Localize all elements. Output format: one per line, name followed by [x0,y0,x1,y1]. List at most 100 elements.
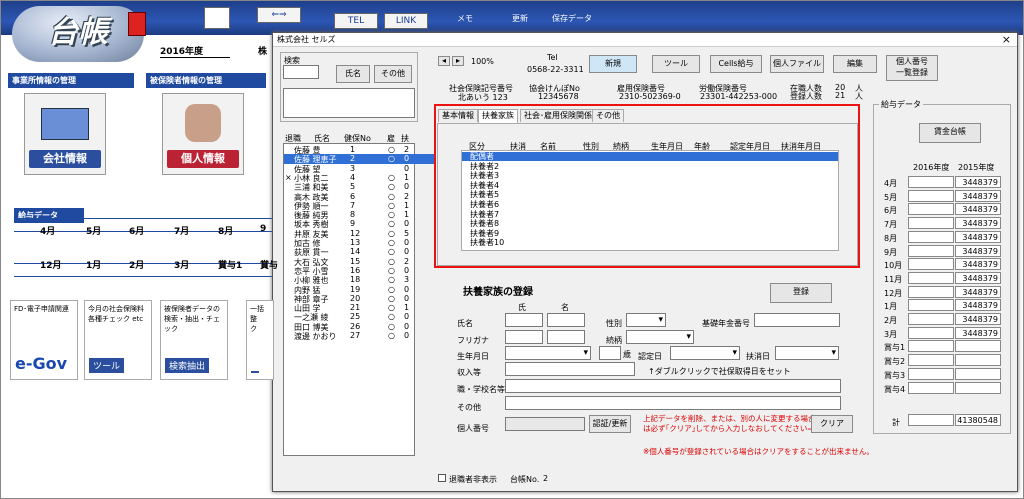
salary-2016[interactable] [908,271,954,284]
salary-2015[interactable]: 3448379 [955,217,1001,230]
salary-2015[interactable] [955,340,1001,353]
salary-2016[interactable] [908,230,954,243]
search-input[interactable] [283,65,319,79]
salary-2016[interactable] [908,367,954,380]
tel-button[interactable]: TEL [334,13,378,29]
cert-date-select[interactable] [670,346,740,360]
kana-mei-input[interactable] [547,330,585,344]
employee-row[interactable]: 後藤 純男 8 ○ 1 [284,210,434,220]
salary-2015[interactable] [955,367,1001,380]
employee-row[interactable]: 恋平 小雪 16 ○ 0 [284,266,434,276]
salary-2015[interactable] [955,381,1001,394]
employee-row[interactable]: 一之瀬 綾 25 ○ 0 [284,312,434,322]
tool-box-2[interactable]: 被保険者データの 検索・抽出・チェック 検索抽出 [160,300,228,380]
salary-2016[interactable] [908,258,954,271]
employee-row[interactable]: 荻原 貫一 14 ○ 0 [284,247,434,257]
salary-2015[interactable] [955,354,1001,367]
other-search-button[interactable]: その他 [374,65,412,83]
update-label[interactable]: 更新 [512,13,528,24]
salary-2015[interactable]: 3448379 [955,271,1001,284]
tool-box-0[interactable]: FD･電子申請関連 e-Gov [10,300,78,380]
mynumber-input[interactable] [505,417,585,431]
salary-2015[interactable]: 3448379 [955,313,1001,325]
arrows-icon[interactable]: ⇐⇒ [257,7,301,23]
employee-row[interactable]: 神部 章子 20 ○ 0 [284,294,434,304]
cert-update-button[interactable]: 認証/更新 [589,415,631,433]
name-search-button[interactable]: 氏名 [336,65,370,83]
new-button[interactable]: 新規 [589,55,637,73]
save-data-label[interactable]: 保存データ [552,13,592,24]
tool-box-3[interactable]: 一括整ク [246,300,274,380]
personal-info-button[interactable]: 個人情報 [162,93,244,175]
employee-row[interactable]: 高木 政美 6 ○ 2 [284,192,434,202]
salary-2015[interactable]: 3448379 [955,285,1001,298]
salary-2015[interactable]: 3448379 [955,326,1001,339]
salary-2015[interactable]: 3448379 [955,203,1001,216]
close-icon[interactable]: × [1002,33,1011,46]
salary-2015[interactable]: 3448379 [955,189,1001,202]
salary-2016[interactable] [908,313,954,325]
birth-select[interactable] [505,346,591,360]
dependent-row[interactable]: 扶養者4 [462,181,838,190]
salary-2015[interactable]: 3448379 [955,258,1001,271]
kana-sei-input[interactable] [505,330,543,344]
sei-input[interactable] [505,313,543,327]
salary-2016[interactable] [908,354,954,367]
retired-hide-checkbox[interactable] [438,474,446,482]
age-input[interactable] [599,346,621,360]
tool-button[interactable]: ツール [652,55,700,73]
salary-2016[interactable] [908,381,954,394]
other-input[interactable] [505,396,841,410]
salary-2016[interactable] [908,244,954,257]
dependent-row[interactable]: 配偶者 [462,152,838,162]
memo-label[interactable]: メモ [457,13,473,24]
search-results[interactable] [283,88,415,118]
personal-file-button[interactable]: 個人ファイル [770,55,824,73]
tab-2[interactable]: 社会･雇用保険関係 [520,109,596,122]
mei-input[interactable] [547,313,585,327]
calendar-icon[interactable] [204,7,230,29]
clear-button[interactable]: クリア [811,415,853,433]
dependent-row[interactable]: 扶養者9 [462,229,838,238]
employee-row[interactable]: 佐藤 望30 [284,164,434,174]
employee-row[interactable]: 坂本 秀樹 9 ○ 0 [284,219,434,229]
employee-row[interactable]: 小柳 雅也 18 ○ 3 [284,275,434,285]
wage-ledger-button[interactable]: 賃金台帳 [919,123,981,143]
dependent-row[interactable]: 扶養者3 [462,171,838,180]
employee-row[interactable]: 大石 弘文 15 ○ 2 [284,257,434,267]
employee-row[interactable]: 山田 学 21 ○ 1 [284,303,434,313]
salary-2016[interactable] [908,299,954,312]
tool-box-1[interactable]: 今月の社会保険料 各種チェック etc ツール [84,300,152,380]
employee-row[interactable]: × 小林 良二 4 ○ 1 [284,173,434,183]
dependent-list[interactable]: 配偶者 扶養者2 扶養者3 扶養者4 扶養者5 扶養者6 扶養者7 扶養者8 扶養者9 扶養者10 [461,150,839,251]
salary-2016[interactable] [908,285,954,298]
sex-select[interactable] [626,313,666,327]
relation-select[interactable] [626,330,694,344]
salary-2015[interactable]: 3448379 [955,176,1001,188]
employee-row[interactable]: 加古 修 13 ○ 0 [284,238,434,248]
dependent-row[interactable]: 扶養者5 [462,190,838,199]
job-input[interactable] [505,379,841,393]
tab-0[interactable]: 基本情報 [438,109,478,122]
dependent-row[interactable]: 扶養者7 [462,210,838,219]
employee-row[interactable]: 井原 友美 12 ○ 5 [284,229,434,239]
dependent-row[interactable]: 扶養者2 [462,162,838,171]
salary-2015[interactable]: 3448379 [955,230,1001,243]
salary-2016[interactable] [908,326,954,339]
dependent-row[interactable]: 扶養者10 [462,238,838,247]
employee-row[interactable]: 渡邊 かおり 27 ○ 0 [284,331,434,341]
salary-2016[interactable] [908,176,954,188]
salary-2015[interactable]: 3448379 [955,244,1001,257]
employee-row[interactable]: 三浦 和美 5 ○ 0 [284,182,434,192]
employee-row[interactable]: 佐藤 豊 1 ○ 2 [284,145,434,155]
dependent-row[interactable]: 扶養者8 [462,219,838,228]
employee-row[interactable]: 佐藤 理恵子 2 ○ 0 [284,154,434,164]
employee-row[interactable]: 内野 猛 19 ○ 0 [284,285,434,295]
cells-salary-button[interactable]: Cells給与 [710,55,762,73]
pension-input[interactable] [754,313,840,327]
salary-2016[interactable] [908,189,954,202]
end-date-select[interactable] [775,346,839,360]
income-input[interactable] [505,362,635,376]
salary-2016[interactable] [908,340,954,353]
tab-1[interactable]: 扶養家族 [478,109,518,123]
